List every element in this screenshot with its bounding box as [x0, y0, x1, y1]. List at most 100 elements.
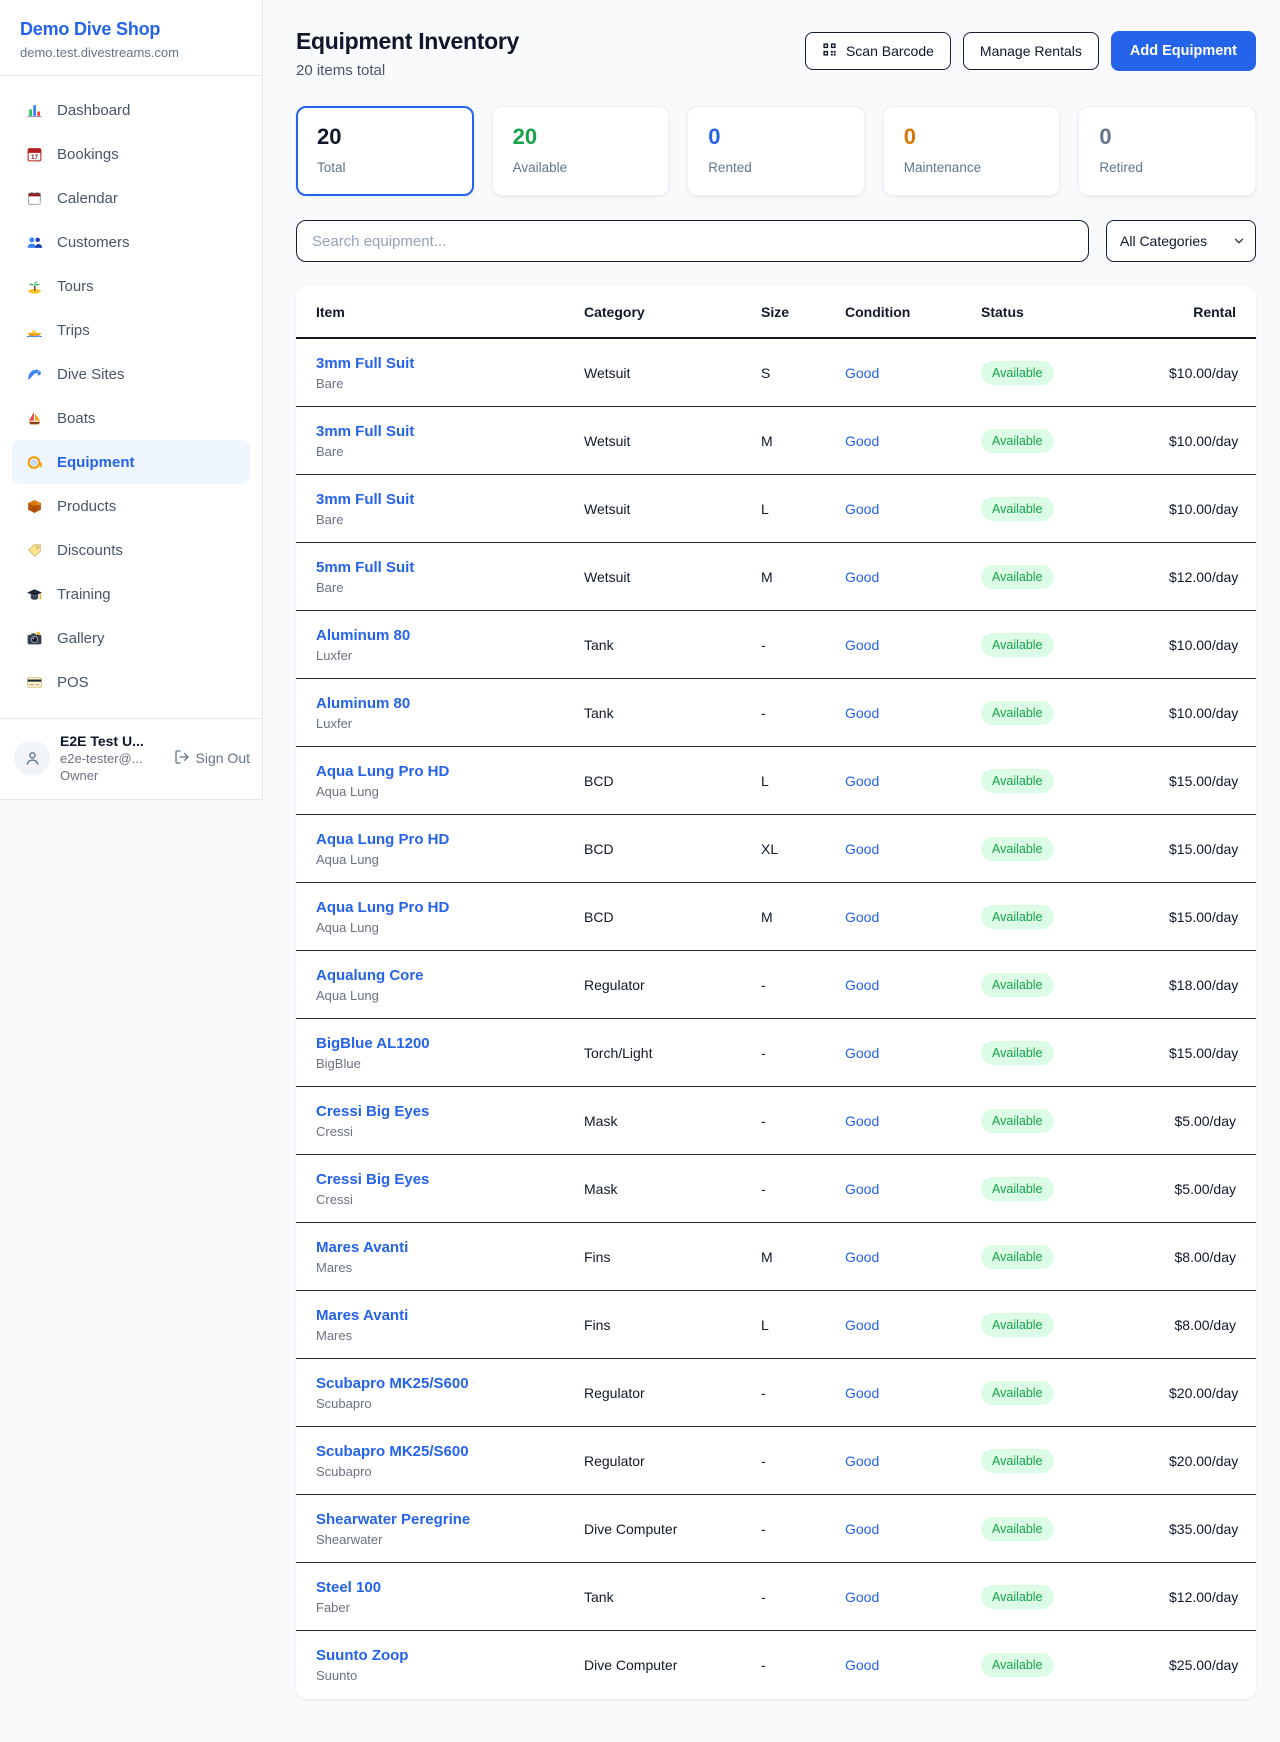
size-cell: L — [761, 773, 845, 789]
item-name-link[interactable]: 3mm Full Suit — [316, 491, 584, 508]
island-icon — [24, 278, 44, 295]
condition-link[interactable]: Good — [845, 1181, 981, 1197]
sidebar-item-products[interactable]: Products — [12, 484, 250, 528]
rental-cell: $8.00/day — [1169, 1317, 1236, 1333]
header-buttons: Scan Barcode Manage Rentals Add Equipmen… — [805, 31, 1256, 71]
condition-link[interactable]: Good — [845, 1317, 981, 1333]
condition-link[interactable]: Good — [845, 773, 981, 789]
manage-rentals-button[interactable]: Manage Rentals — [963, 32, 1099, 70]
item-cell: Scubapro MK25/S600Scubapro — [316, 1375, 584, 1411]
sidebar-item-tours[interactable]: Tours — [12, 264, 250, 308]
sidebar-item-gallery[interactable]: Gallery — [12, 616, 250, 660]
status-cell: Available — [981, 1449, 1169, 1473]
stat-label: Available — [513, 160, 649, 175]
sidebar-item-bookings[interactable]: 17Bookings — [12, 132, 250, 176]
item-brand: Cressi — [316, 1192, 584, 1207]
item-brand: Mares — [316, 1328, 584, 1343]
stat-card-rented[interactable]: 0Rented — [687, 106, 865, 196]
item-name-link[interactable]: Aqua Lung Pro HD — [316, 831, 584, 848]
user-info: E2E Test U... e2e-tester@... Owner — [60, 733, 164, 783]
column-header-category: Category — [584, 304, 761, 320]
condition-link[interactable]: Good — [845, 501, 981, 517]
item-name-link[interactable]: 3mm Full Suit — [316, 423, 584, 440]
stat-card-total[interactable]: 20Total — [296, 106, 474, 196]
item-name-link[interactable]: Aluminum 80 — [316, 627, 584, 644]
search-input[interactable] — [296, 220, 1089, 262]
condition-link[interactable]: Good — [845, 1249, 981, 1265]
sidebar-item-equipment[interactable]: Equipment — [12, 440, 250, 484]
stat-card-available[interactable]: 20Available — [492, 106, 670, 196]
category-cell: BCD — [584, 909, 761, 925]
item-name-link[interactable]: Mares Avanti — [316, 1239, 584, 1256]
table-row: Mares AvantiMaresFinsLGoodAvailable$8.00… — [296, 1291, 1256, 1359]
item-name-link[interactable]: Suunto Zoop — [316, 1647, 584, 1664]
item-name-link[interactable]: Shearwater Peregrine — [316, 1511, 584, 1528]
item-name-link[interactable]: 5mm Full Suit — [316, 559, 584, 576]
sidebar-item-pos[interactable]: POS — [12, 660, 250, 704]
sidebar-item-discounts[interactable]: Discounts — [12, 528, 250, 572]
sidebar-item-dashboard[interactable]: Dashboard — [12, 88, 250, 132]
sidebar-item-trips[interactable]: Trips — [12, 308, 250, 352]
item-name-link[interactable]: Cressi Big Eyes — [316, 1103, 584, 1120]
item-name-link[interactable]: Mares Avanti — [316, 1307, 584, 1324]
shop-domain: demo.test.divestreams.com — [20, 45, 242, 60]
condition-link[interactable]: Good — [845, 569, 981, 585]
condition-link[interactable]: Good — [845, 909, 981, 925]
page-title-block: Equipment Inventory 20 items total — [296, 28, 519, 79]
status-cell: Available — [981, 497, 1169, 521]
status-cell: Available — [981, 1313, 1169, 1337]
condition-link[interactable]: Good — [845, 1453, 981, 1469]
add-equipment-button[interactable]: Add Equipment — [1111, 31, 1256, 71]
condition-link[interactable]: Good — [845, 1589, 981, 1605]
condition-link[interactable]: Good — [845, 1657, 981, 1673]
item-brand: Aqua Lung — [316, 784, 584, 799]
sidebar-item-label: Gallery — [57, 630, 105, 647]
item-name-link[interactable]: BigBlue AL1200 — [316, 1035, 584, 1052]
condition-link[interactable]: Good — [845, 637, 981, 653]
table-row: Shearwater PeregrineShearwaterDive Compu… — [296, 1495, 1256, 1563]
condition-link[interactable]: Good — [845, 365, 981, 381]
condition-link[interactable]: Good — [845, 433, 981, 449]
status-badge: Available — [981, 1449, 1054, 1473]
sidebar-item-dive-sites[interactable]: Dive Sites — [12, 352, 250, 396]
sidebar-item-calendar[interactable]: Calendar — [12, 176, 250, 220]
size-cell: - — [761, 1453, 845, 1469]
status-badge: Available — [981, 1041, 1054, 1065]
condition-link[interactable]: Good — [845, 1113, 981, 1129]
size-cell: - — [761, 1385, 845, 1401]
category-cell: Tank — [584, 1589, 761, 1605]
stat-label: Retired — [1099, 160, 1235, 175]
condition-link[interactable]: Good — [845, 1385, 981, 1401]
condition-link[interactable]: Good — [845, 1045, 981, 1061]
sign-out-button[interactable]: Sign Out — [174, 749, 250, 768]
sidebar-item-boats[interactable]: Boats — [12, 396, 250, 440]
item-name-link[interactable]: Scubapro MK25/S600 — [316, 1375, 584, 1392]
size-cell: - — [761, 705, 845, 721]
sidebar-item-customers[interactable]: Customers — [12, 220, 250, 264]
item-cell: 5mm Full SuitBare — [316, 559, 584, 595]
condition-link[interactable]: Good — [845, 1521, 981, 1537]
condition-link[interactable]: Good — [845, 841, 981, 857]
item-name-link[interactable]: Aqualung Core — [316, 967, 584, 984]
sidebar-item-training[interactable]: Training — [12, 572, 250, 616]
item-brand: Luxfer — [316, 716, 584, 731]
item-cell: Mares Avanti Mares — [316, 1307, 584, 1343]
item-name-link[interactable]: Aqua Lung Pro HD — [316, 763, 584, 780]
column-header-item: Item — [316, 304, 584, 320]
stat-card-maintenance[interactable]: 0Maintenance — [883, 106, 1061, 196]
condition-link[interactable]: Good — [845, 977, 981, 993]
item-name-link[interactable]: 3mm Full Suit — [316, 355, 584, 372]
stat-card-retired[interactable]: 0Retired — [1078, 106, 1256, 196]
condition-link[interactable]: Good — [845, 705, 981, 721]
category-select-wrap: All Categories — [1106, 220, 1256, 262]
category-select[interactable]: All Categories — [1106, 220, 1256, 262]
scan-barcode-button[interactable]: Scan Barcode — [805, 32, 951, 70]
item-name-link[interactable]: Cressi Big Eyes — [316, 1171, 584, 1188]
main-content: Equipment Inventory 20 items total Scan … — [263, 0, 1280, 1731]
category-cell: Dive Computer — [584, 1521, 761, 1537]
item-name-link[interactable]: Aluminum 80 — [316, 695, 584, 712]
item-name-link[interactable]: Aqua Lung Pro HD — [316, 899, 584, 916]
item-name-link[interactable]: Scubapro MK25/S600 — [316, 1443, 584, 1460]
dive-mask-icon — [24, 454, 44, 471]
item-name-link[interactable]: Steel 100 — [316, 1579, 584, 1596]
